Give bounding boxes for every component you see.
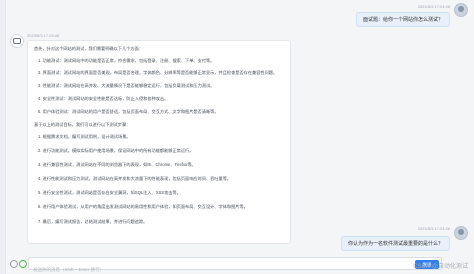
bot-message-timestamp: 2023/5/3 17:24:46 <box>27 33 60 38</box>
bot-line: 首先，针对这个网站的测试，我们需要明确以下几个方面： <box>34 46 143 51</box>
clear-chat-icon[interactable] <box>10 260 18 268</box>
watermark: CSDN @自动化测试 <box>413 264 468 270</box>
bot-line: 4. 安全性测试：测试网站的安全性能是否达标，防止入侵和各种攻击。 <box>38 96 169 101</box>
bot-line: 7. 最后，编写测试报告，总结测试结果，并进行问题追踪。 <box>38 219 148 224</box>
bot-line: 4. 进行性能测试和压力测试，测试网站在高并发和大流量下的性能表现，包括页面响应… <box>38 176 232 181</box>
chat-app: 2023/5/3 17:24:46 面试题：给你一个网站你怎么测试？ 2023/… <box>0 0 474 274</box>
bot-line: 1. 功能测试：测试网站中的功能是否正常，符合需求，包括登录、注册、搜索、下单、… <box>38 58 215 63</box>
bot-line: 1. 根据需求文档，编写测试用例，设计测试场景。 <box>38 134 131 139</box>
bot-line: 5. 进行安全性测试，测试网站是否存在安全漏洞，如SQL注入、XSS攻击等。 <box>38 190 181 195</box>
user-message-1-timestamp: 2023/5/3 17:24:46 <box>417 4 450 9</box>
bot-line: 2. 界面测试：测试网站的界面是否美观，布局是否合理，字体颜色、分辨率等是否能够… <box>38 70 278 75</box>
user-message-2-text: 你认为作为一名软件测试最重要的是什么？ <box>347 241 443 247</box>
user-message-2-timestamp: 2023/5/3 17:24:46 <box>417 226 450 231</box>
user-message-1-text: 面试题：给你一个网站你怎么测试？ <box>362 17 443 23</box>
bot-line: 3. 进行兼容性测试，测试网站在不同的浏览器下的表现，如IE、Chrome、Fi… <box>38 162 196 167</box>
user-message-2-bubble: 你认为作为一名软件测试最重要的是什么？ <box>340 236 450 251</box>
bot-line: 基于以上的测试目标，我们可以进行以下测试步骤： <box>34 122 131 127</box>
user-message-1-bubble: 面试题：给你一个网站你怎么测试？ <box>355 12 450 27</box>
message-composer: 发送 <box>28 257 442 274</box>
bot-avatar <box>10 34 24 48</box>
history-icon[interactable] <box>19 260 27 268</box>
left-sidebar-edge <box>0 0 6 274</box>
bot-line: 3. 性能测试：测试网站在高并发、大流量情况下是否能够稳定运行，包括负载测试和压… <box>38 83 215 88</box>
bot-line: 5. 用户体验测试：测试网站的用户是否舒适，包括页面布局、交互方式、文字和图片是… <box>38 109 219 114</box>
user-avatar <box>454 226 468 240</box>
robot-icon <box>13 38 21 44</box>
user-avatar <box>454 3 468 17</box>
message-input[interactable] <box>29 264 441 274</box>
bot-line: 2. 进行功能测试，模拟实际用户使用场景，保证网站中的所有功能都能够正常运行。 <box>38 148 194 153</box>
bot-message-bubble: 首先，针对这个网站的测试，我们需要明确以下几个方面： 1. 功能测试：测试网站中… <box>27 40 291 244</box>
bot-line: 6. 进行用户体验测试，从用户的角度出发测试网站的易用性和用户体验，如页面布局、… <box>38 204 248 209</box>
